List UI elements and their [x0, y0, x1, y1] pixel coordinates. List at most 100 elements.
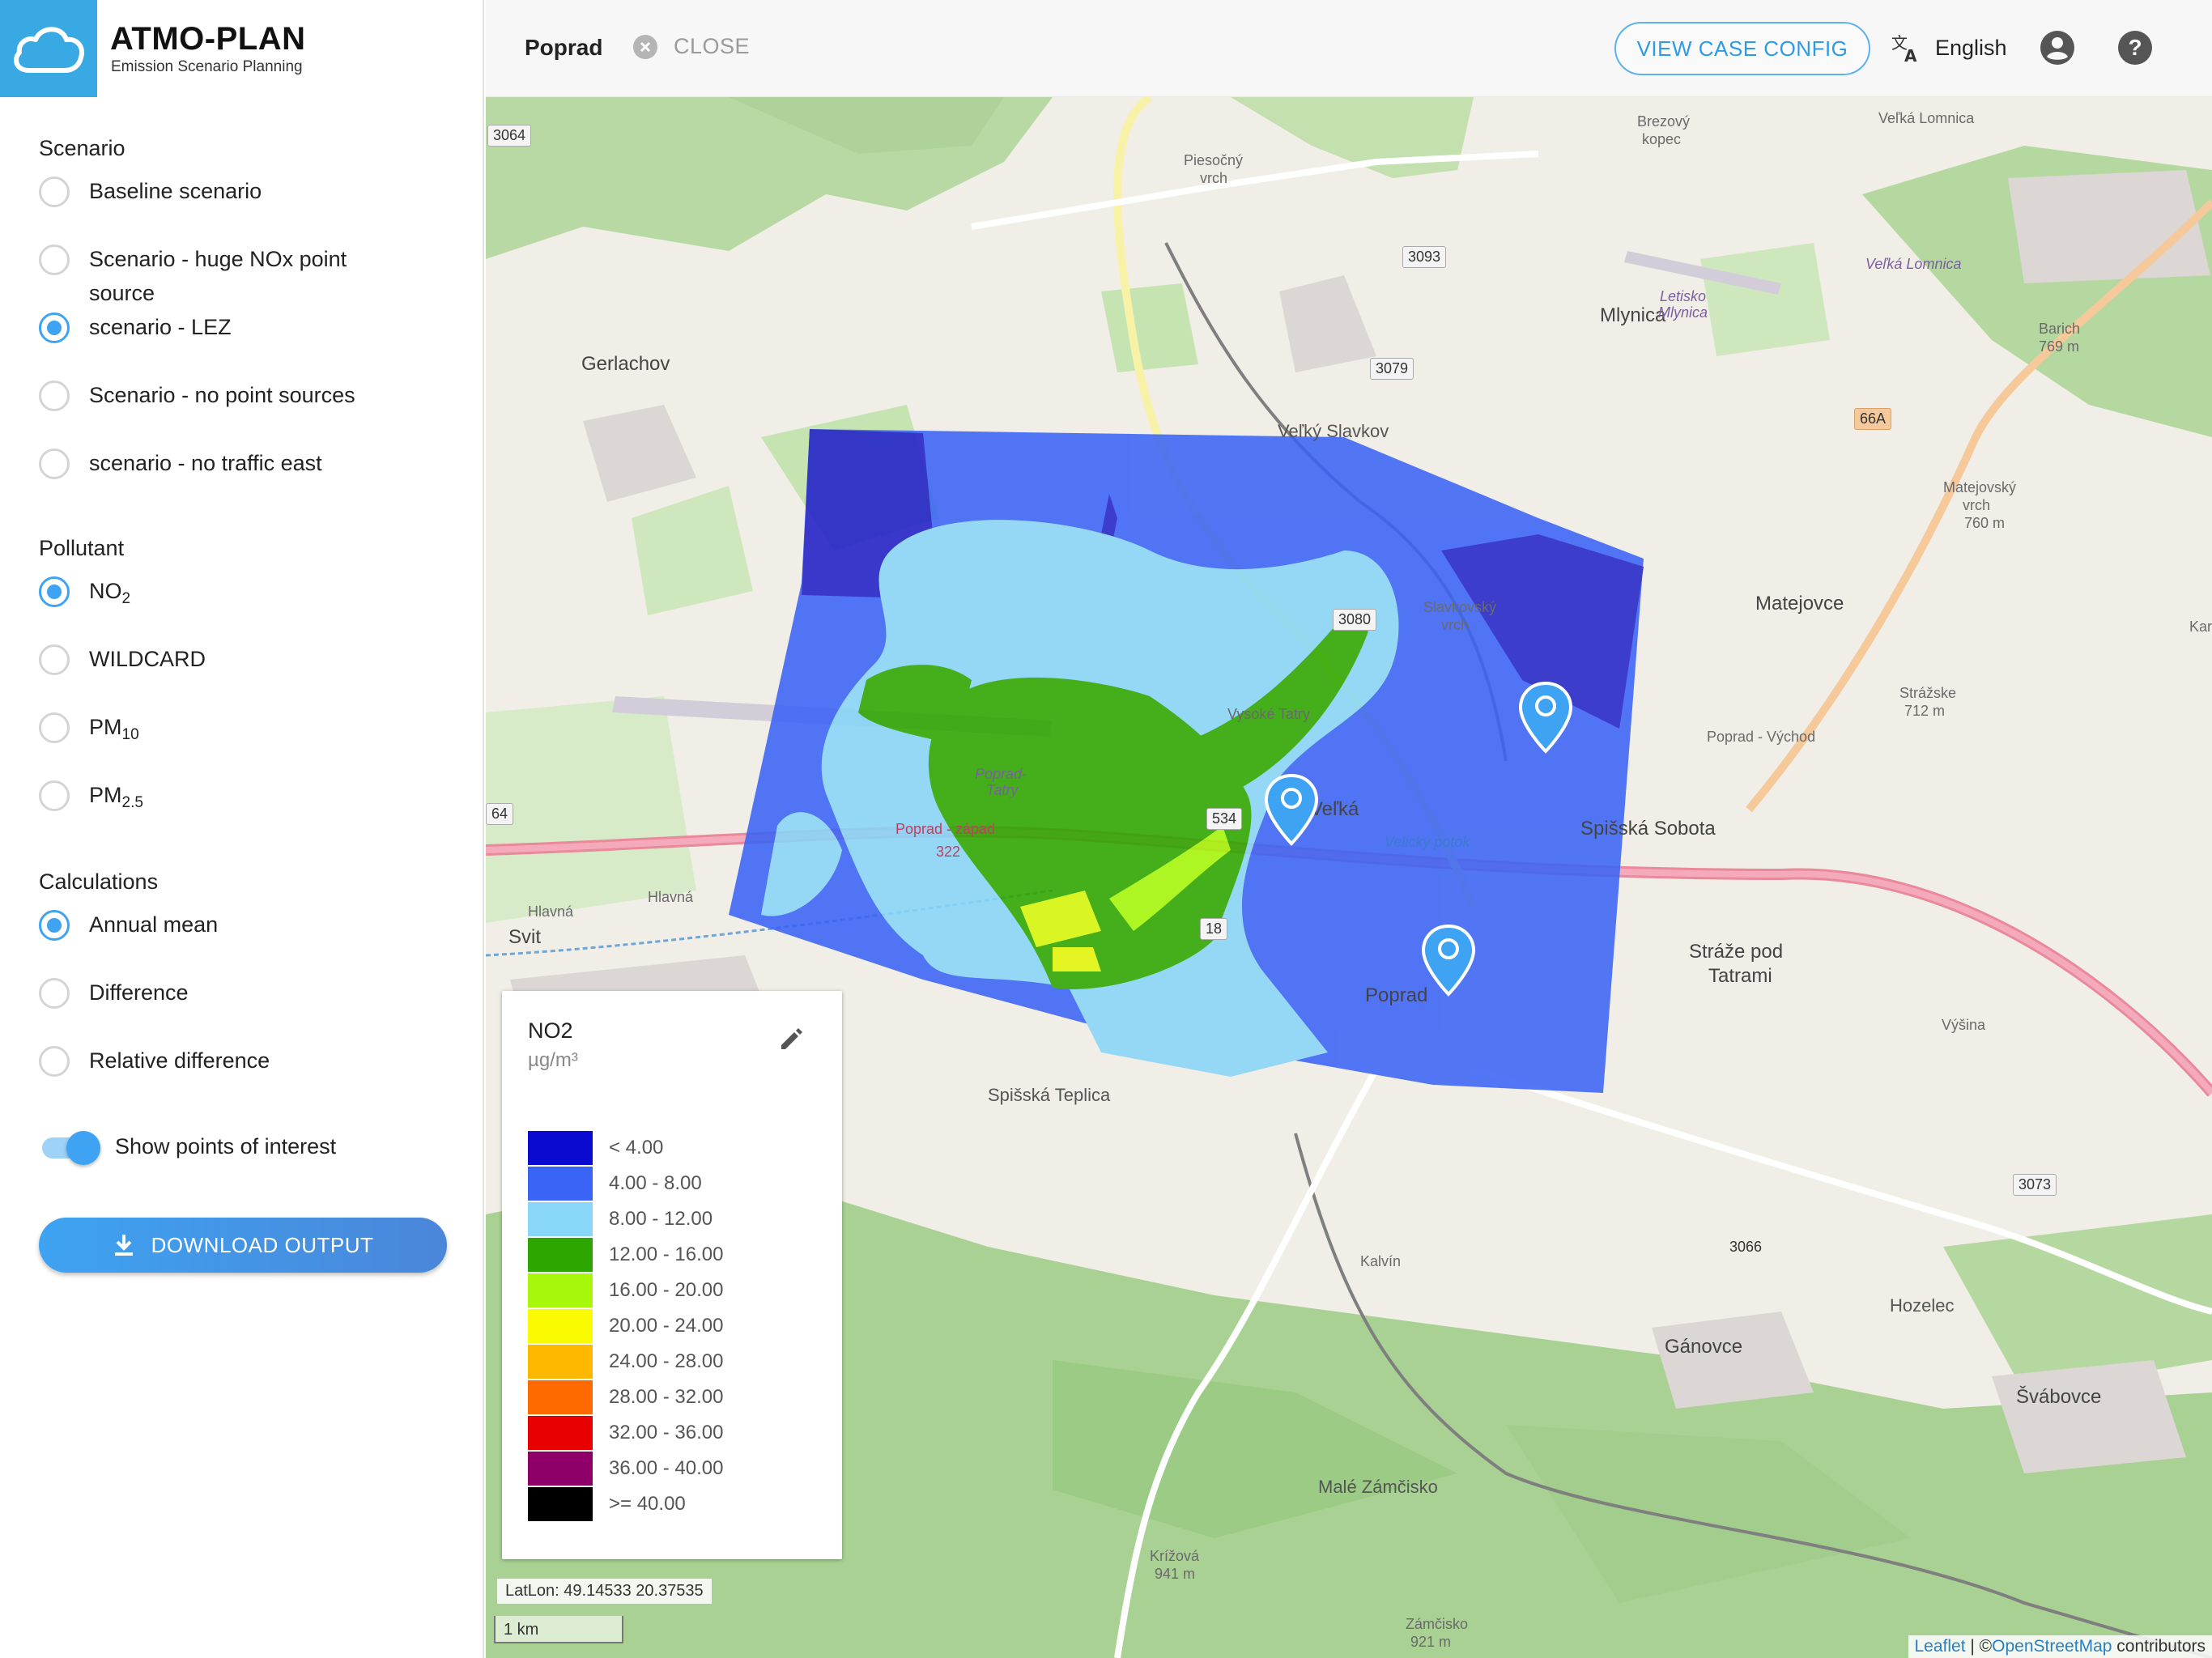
place-label: Piesočný: [1184, 152, 1244, 168]
place-label: Poprad - Východ: [1707, 729, 1816, 745]
radio-button[interactable]: [39, 449, 70, 479]
point-of-interest-marker[interactable]: [1420, 923, 1477, 997]
radio-button[interactable]: [39, 244, 70, 275]
calc-option-difference[interactable]: Difference: [39, 978, 460, 1010]
legend-item: < 4.00: [528, 1130, 723, 1166]
place-label: Letisko: [1660, 288, 1707, 304]
road-number: 66A: [1854, 408, 1892, 430]
leaflet-link[interactable]: Leaflet: [1915, 1637, 1966, 1656]
scenario-option-lez[interactable]: scenario - LEZ: [39, 312, 460, 344]
show-poi-label: Show points of interest: [115, 1134, 337, 1158]
legend-item: 36.00 - 40.00: [528, 1451, 723, 1486]
point-of-interest-marker[interactable]: [1517, 680, 1574, 755]
place-label: Poprad: [1365, 984, 1428, 1006]
legend-swatch: [528, 1238, 593, 1272]
case-tab-title[interactable]: Poprad: [525, 35, 602, 61]
close-button[interactable]: CLOSE: [633, 34, 750, 59]
radio-button[interactable]: [39, 712, 70, 743]
scenario-option-no-point-sources[interactable]: Scenario - no point sources: [39, 380, 460, 412]
place-label: Hozelec: [1890, 1295, 1955, 1316]
road-number: 3079: [1370, 358, 1414, 380]
river-label: Velický potok: [1385, 834, 1470, 850]
legend-range-label: >= 40.00: [609, 1493, 686, 1515]
download-label: DOWNLOAD OUTPUT: [151, 1232, 374, 1257]
edit-pencil-icon[interactable]: [777, 1025, 805, 1056]
calc-option-relative-difference[interactable]: Relative difference: [39, 1046, 460, 1078]
scenario-option-huge-nox[interactable]: Scenario - huge NOx point source: [39, 244, 460, 310]
calc-label: Difference: [89, 980, 189, 1005]
place-label: Poprad-: [975, 766, 1027, 782]
road-number: 3064: [487, 125, 532, 147]
sidebar: ATMO-PLAN Emission Scenario Planning Sce…: [0, 0, 484, 1658]
app-subtitle: Emission Scenario Planning: [111, 58, 303, 75]
download-output-button[interactable]: DOWNLOAD OUTPUT: [39, 1218, 447, 1273]
place-label: Stráže pod: [1689, 941, 1784, 963]
cloud-logo-icon: [0, 0, 97, 97]
map-scale-bar: 1 km: [494, 1616, 623, 1643]
legend-swatch: [528, 1452, 593, 1486]
radio-button[interactable]: [39, 780, 70, 811]
place-label: Výšina: [1942, 1017, 1986, 1033]
road-number: 64: [486, 803, 514, 825]
legend-range-label: 12.00 - 16.00: [609, 1244, 724, 1265]
street-label: Hlavná: [528, 903, 574, 920]
language-selector[interactable]: English: [1935, 36, 2007, 61]
pollutant-label: PM2.5: [89, 783, 143, 811]
place-label: Veľký Slavkov: [1278, 421, 1389, 441]
radio-button[interactable]: [39, 644, 70, 675]
place-label: Matejovský: [1943, 479, 2017, 495]
legend-item: 8.00 - 12.00: [528, 1201, 723, 1237]
place-label: Spišská Sobota: [1580, 818, 1716, 840]
translate-icon[interactable]: 文A: [1890, 31, 1924, 69]
pollutant-label: PM10: [89, 715, 139, 743]
radio-button-selected[interactable]: [39, 312, 70, 343]
radio-button-selected[interactable]: [39, 910, 70, 941]
map-legend: NO2 µg/m³ < 4.00 4.00 - 8.00 8.00 - 12.0…: [502, 991, 842, 1559]
toggle-thumb[interactable]: [66, 1131, 100, 1165]
scenario-label: scenario - LEZ: [89, 315, 232, 339]
road-number: 3093: [1402, 246, 1447, 268]
osm-link[interactable]: OpenStreetMap: [1992, 1637, 2112, 1656]
place-label: Strážske: [1899, 685, 1957, 701]
radio-button[interactable]: [39, 1046, 70, 1077]
legend-swatch: [528, 1131, 593, 1165]
legend-range-label: 24.00 - 28.00: [609, 1350, 724, 1372]
pollutant-option-pm25[interactable]: PM2.5: [39, 780, 460, 812]
place-label: 712 m: [1904, 703, 1946, 719]
account-icon[interactable]: [2039, 29, 2076, 70]
legend-range-label: < 4.00: [609, 1137, 664, 1158]
place-label: Švábovce: [2016, 1386, 2102, 1408]
legend-range-label: 8.00 - 12.00: [609, 1208, 713, 1230]
point-of-interest-marker[interactable]: [1263, 772, 1320, 847]
place-label: Veľká Lomnica: [1878, 110, 1975, 126]
radio-button[interactable]: [39, 380, 70, 411]
legend-swatch: [528, 1380, 593, 1414]
scenario-label: Scenario - huge NOx point source: [89, 247, 347, 305]
place-label: Brezový: [1637, 113, 1691, 130]
scenario-option-no-traffic-east[interactable]: scenario - no traffic east: [39, 449, 460, 480]
show-poi-toggle[interactable]: [39, 1131, 102, 1165]
pollutant-label: NO2: [89, 579, 131, 607]
view-case-config-button[interactable]: VIEW CASE CONFIG: [1614, 22, 1870, 75]
pollutant-option-no2[interactable]: NO2: [39, 576, 460, 608]
help-icon[interactable]: ?: [2116, 29, 2154, 70]
legend-item: 24.00 - 28.00: [528, 1344, 723, 1380]
legend-item: >= 40.00: [528, 1486, 723, 1522]
calc-option-annual-mean[interactable]: Annual mean: [39, 910, 460, 942]
street-label: Hlavná: [648, 889, 694, 905]
place-label: Kalvín: [1360, 1253, 1402, 1269]
pollutant-option-pm10[interactable]: PM10: [39, 712, 460, 744]
cursor-coordinates: LatLon: 49.14533 20.37535: [497, 1579, 712, 1604]
place-label: Slavkovský: [1423, 599, 1497, 615]
place-label: Svit: [508, 926, 542, 948]
radio-button[interactable]: [39, 978, 70, 1009]
scenario-option-baseline[interactable]: Baseline scenario: [39, 176, 460, 208]
radio-button[interactable]: [39, 176, 70, 207]
radio-button-selected[interactable]: [39, 576, 70, 607]
pollutant-section-title: Pollutant: [39, 536, 125, 560]
pollutant-label: WILDCARD: [89, 647, 206, 671]
legend-range-label: 32.00 - 36.00: [609, 1422, 724, 1443]
pollutant-option-wildcard[interactable]: WILDCARD: [39, 644, 460, 676]
legend-swatch: [528, 1202, 593, 1236]
place-label: Barich: [2039, 321, 2081, 337]
